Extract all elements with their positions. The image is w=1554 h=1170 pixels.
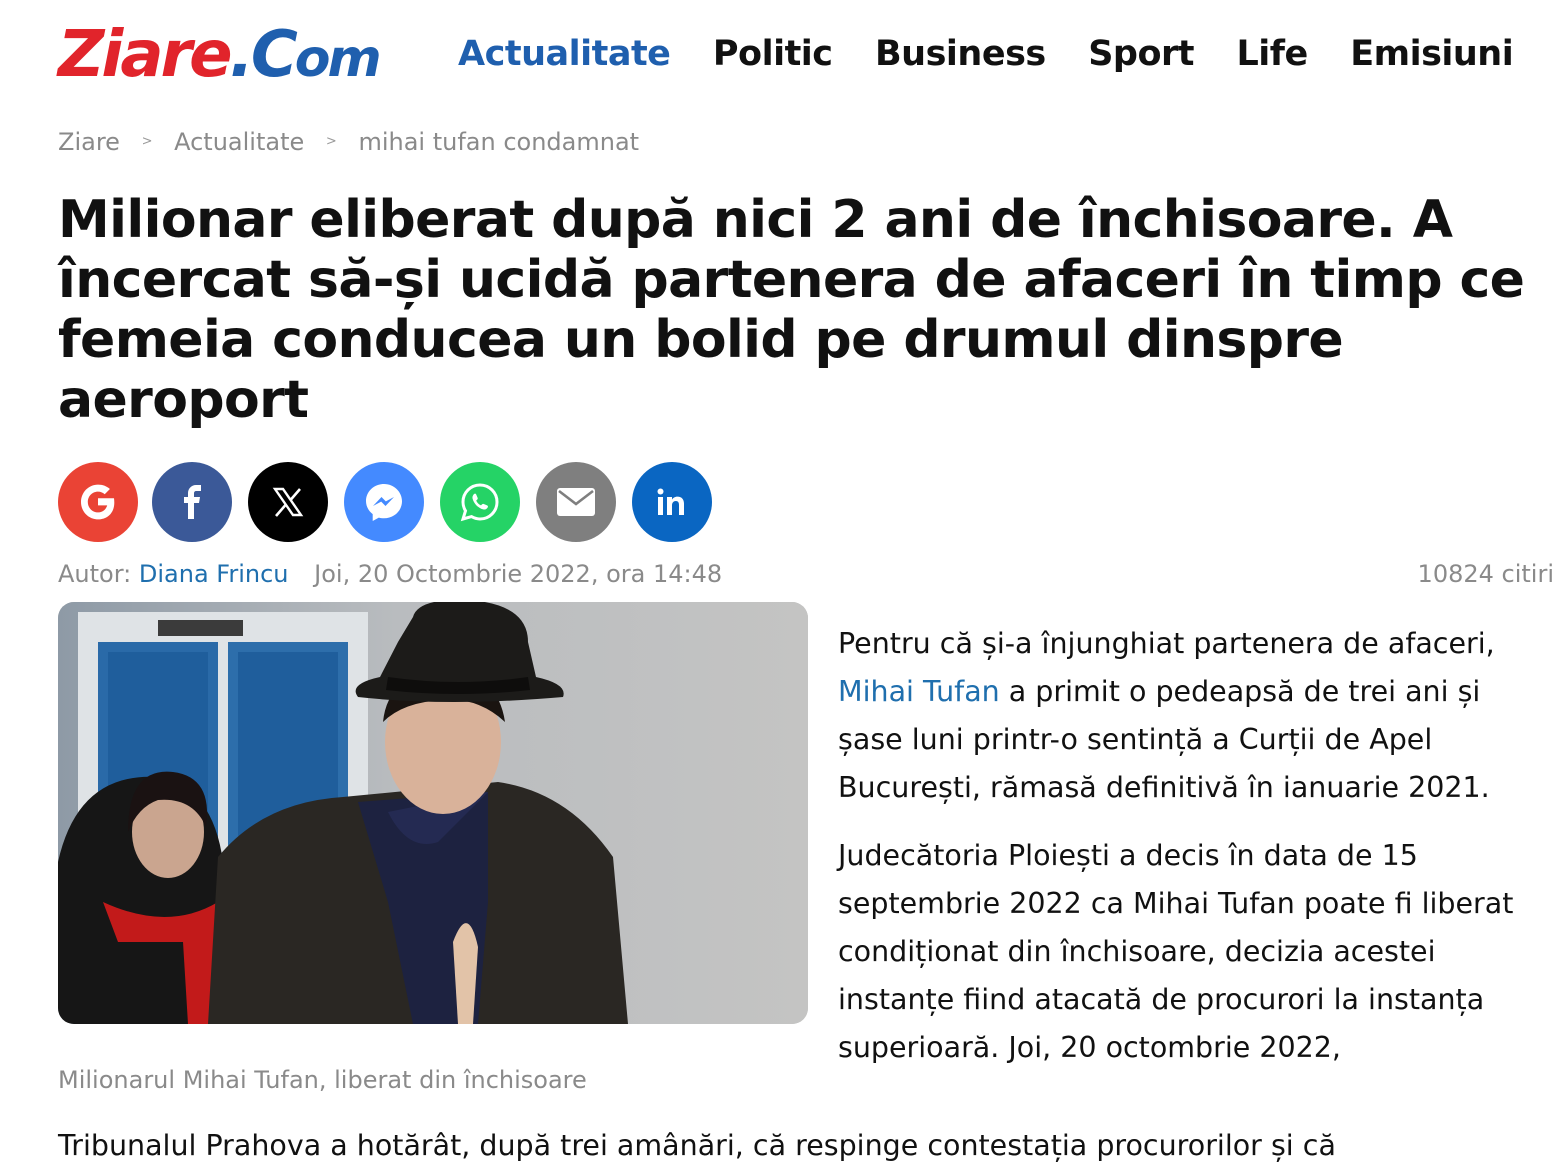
x-icon bbox=[272, 487, 304, 517]
article-meta: Autor: Diana Frincu Joi, 20 Octombrie 20… bbox=[58, 560, 1554, 588]
breadcrumb-item-actualitate[interactable]: Actualitate bbox=[174, 128, 304, 156]
share-messenger-button[interactable] bbox=[344, 462, 424, 542]
article-title: Milionar eliberat după nici 2 ani de înc… bbox=[58, 190, 1525, 430]
logo-text-om: om bbox=[294, 29, 382, 89]
site-logo[interactable]: Ziare.Com bbox=[58, 18, 382, 92]
nav-item-life[interactable]: Life bbox=[1236, 26, 1308, 82]
paragraph-text: Pentru că și-a înjunghiat partenera de a… bbox=[838, 627, 1495, 660]
google-icon bbox=[81, 484, 115, 520]
breadcrumb: Ziare > Actualitate > mihai tufan condam… bbox=[58, 128, 639, 156]
read-count: 10824 citiri bbox=[1417, 560, 1554, 588]
share-linkedin-button[interactable] bbox=[632, 462, 712, 542]
paragraph: Pentru că și-a înjunghiat partenera de a… bbox=[838, 620, 1548, 812]
messenger-icon bbox=[366, 484, 402, 521]
whatsapp-icon bbox=[460, 483, 499, 522]
share-x-button[interactable] bbox=[248, 462, 328, 542]
nav-item-business[interactable]: Business bbox=[875, 26, 1046, 82]
paragraph-cutoff: Tribunalul Prahova a hotărât, după trei … bbox=[58, 1129, 1336, 1162]
paragraph: Judecătoria Ploiești a decis în data de … bbox=[838, 839, 1514, 1064]
photo-illustration bbox=[58, 602, 808, 1024]
share-facebook-button[interactable] bbox=[152, 462, 232, 542]
logo-text-dot-c: .C bbox=[229, 18, 298, 92]
nav-item-sport[interactable]: Sport bbox=[1088, 26, 1194, 82]
author-link[interactable]: Diana Frincu bbox=[139, 560, 289, 588]
publish-date: Joi, 20 Octombrie 2022, ora 14:48 bbox=[314, 560, 723, 588]
photo-caption: Milionarul Mihai Tufan, liberat din înch… bbox=[58, 1066, 587, 1094]
author-label: Autor: bbox=[58, 560, 132, 588]
share-whatsapp-button[interactable] bbox=[440, 462, 520, 542]
facebook-icon bbox=[184, 485, 201, 519]
logo-text-ziare: Ziare bbox=[58, 18, 232, 92]
breadcrumb-item-ziare[interactable]: Ziare bbox=[58, 128, 120, 156]
linkedin-icon bbox=[657, 488, 684, 515]
nav-item-actualitate[interactable]: Actualitate bbox=[458, 26, 671, 82]
nav-item-politic[interactable]: Politic bbox=[713, 26, 833, 82]
mail-icon bbox=[557, 488, 595, 516]
article-body: Pentru că și-a înjunghiat partenera de a… bbox=[838, 620, 1548, 1092]
breadcrumb-item-current[interactable]: mihai tufan condamnat bbox=[358, 128, 639, 156]
share-google-button[interactable] bbox=[58, 462, 138, 542]
article-photo[interactable] bbox=[58, 602, 808, 1024]
nav-item-emisiuni[interactable]: Emisiuni bbox=[1350, 26, 1514, 82]
breadcrumb-separator: > bbox=[141, 134, 153, 149]
main-nav: Actualitate Politic Business Sport Life … bbox=[458, 26, 1554, 82]
breadcrumb-separator: > bbox=[325, 134, 337, 149]
mihai-tufan-link[interactable]: Mihai Tufan bbox=[838, 675, 1000, 708]
share-email-button[interactable] bbox=[536, 462, 616, 542]
